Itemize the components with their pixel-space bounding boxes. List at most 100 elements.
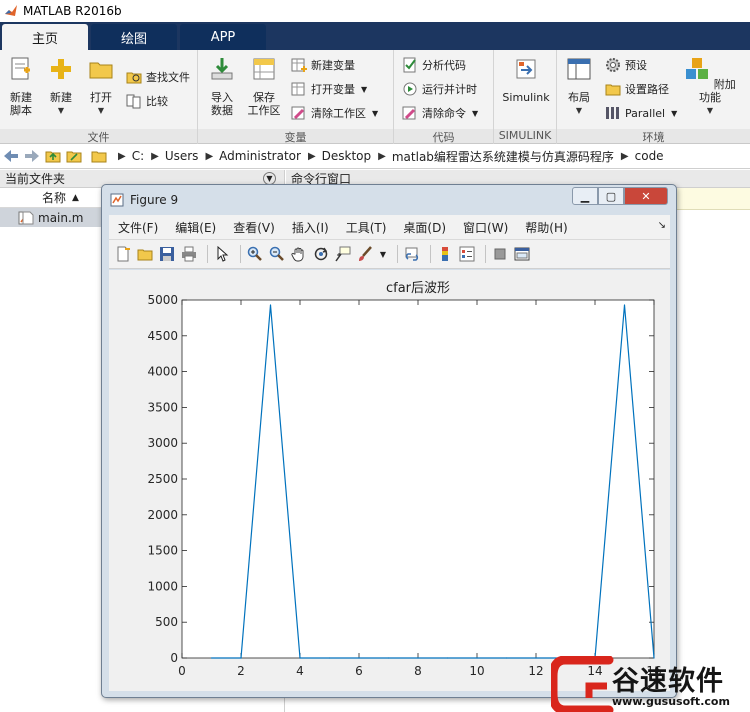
colorbar-icon[interactable]	[436, 245, 454, 263]
gear-icon	[606, 58, 620, 72]
breadcrumb-separator-icon: ▶	[620, 150, 629, 162]
open-file-icon[interactable]	[136, 245, 154, 263]
file-icon	[22, 211, 34, 225]
new-figure-icon[interactable]	[114, 245, 132, 263]
toolbar-separator	[207, 245, 208, 263]
import-data-button[interactable]: 导入 数据	[204, 56, 240, 117]
tab-home[interactable]: 主页	[2, 24, 88, 50]
x-tick-label: 8	[414, 664, 422, 678]
tab-apps[interactable]: APP	[180, 24, 266, 50]
minimize-button[interactable]: ▁	[572, 187, 598, 205]
ribbon-group-title: 文件	[0, 129, 197, 144]
close-button[interactable]: ✕	[624, 187, 668, 205]
menu-window[interactable]: 窗口(W)	[463, 219, 508, 236]
data-point	[269, 304, 272, 306]
breadcrumb-item[interactable]: Administrator	[219, 149, 301, 163]
menu-file[interactable]: 文件(F)	[118, 219, 158, 236]
x-tick-label: 12	[528, 664, 543, 678]
data-point	[210, 657, 213, 659]
layout-button[interactable]: 布局 ▼	[561, 56, 597, 117]
ribbon: 新建 脚本 新建 ▼ 打开 ▼ 查找文件 比较 文件 导入 数据 保存 工作区 …	[0, 50, 750, 144]
browse-folder-icon[interactable]	[65, 147, 83, 165]
clear-commands-button[interactable]: 清除命令 ▼	[402, 104, 478, 122]
layout-icon	[567, 58, 591, 80]
new-script-button[interactable]: 新建 脚本	[4, 56, 38, 117]
link-plot-icon[interactable]	[403, 245, 421, 263]
set-path-icon	[605, 84, 621, 96]
x-tick-label: 2	[237, 664, 245, 678]
clear-workspace-button[interactable]: 清除工作区 ▼	[291, 104, 378, 122]
breadcrumb-separator-icon: ▶	[378, 150, 386, 162]
open-variable-button[interactable]: 打开变量 ▼	[291, 80, 367, 98]
data-point	[299, 657, 301, 659]
toolbar-separator	[240, 245, 241, 263]
dock-arrow-icon[interactable]: ↘	[658, 220, 666, 231]
matlab-logo-icon	[5, 5, 17, 16]
breadcrumb-item[interactable]: matlab编程雷达系统建模与仿真源码程序	[392, 148, 614, 165]
plus-icon	[51, 59, 71, 79]
open-variable-icon	[291, 82, 305, 96]
x-tick-label: 10	[469, 664, 484, 678]
compare-button[interactable]: 比较	[126, 92, 168, 110]
y-tick-label: 1000	[147, 579, 178, 593]
ribbon-group-file: 新建 脚本 新建 ▼ 打开 ▼ 查找文件 比较 文件	[0, 50, 198, 144]
select-arrow-icon[interactable]	[213, 245, 231, 263]
run-and-time-button[interactable]: 运行并计时	[402, 80, 477, 98]
data-point	[328, 657, 331, 659]
chevron-down-icon[interactable]: ▼	[378, 245, 388, 263]
data-point	[623, 304, 626, 306]
show-plot-tools-icon[interactable]	[513, 245, 531, 263]
menu-help[interactable]: 帮助(H)	[525, 219, 567, 236]
toolbar-separator	[485, 245, 486, 263]
x-tick-label: 6	[355, 664, 363, 678]
breadcrumb-item[interactable]: C:	[132, 149, 144, 163]
save-figure-icon[interactable]	[158, 245, 176, 263]
open-button[interactable]: 打开 ▼	[84, 56, 118, 117]
set-path-button[interactable]: 设置路径	[605, 80, 669, 98]
zoom-in-icon[interactable]	[246, 245, 264, 263]
ribbon-group-variable: 导入 数据 保存 工作区 新建变量 打开变量 ▼ 清除工作区 ▼ 变量	[198, 50, 394, 144]
data-cursor-icon[interactable]	[334, 245, 352, 263]
simulink-button[interactable]: Simulink	[498, 56, 554, 104]
menu-tools[interactable]: 工具(T)	[346, 219, 387, 236]
back-arrow-icon[interactable]	[2, 147, 20, 165]
breadcrumb-item[interactable]: Desktop	[322, 149, 372, 163]
watermark-brand: 谷速软件	[612, 666, 724, 697]
parallel-button[interactable]: Parallel ▼	[605, 104, 677, 122]
menu-edit[interactable]: 编辑(E)	[175, 219, 216, 236]
print-icon[interactable]	[180, 245, 198, 263]
hide-plot-tools-icon[interactable]	[491, 245, 509, 263]
compare-icon	[126, 94, 141, 109]
save-workspace-button[interactable]: 保存 工作区	[244, 56, 284, 117]
maximize-button[interactable]: ▢	[598, 187, 624, 205]
chart-svg[interactable]: cfar后波形0 2 4 6 8 10 12 14 1605001000150020002500…	[109, 270, 670, 691]
tab-plots[interactable]: 绘图	[91, 24, 177, 50]
find-files-icon	[126, 72, 142, 84]
brush-icon[interactable]	[356, 245, 374, 263]
y-tick-label: 0	[170, 651, 178, 665]
y-tick-label: 5000	[147, 293, 178, 307]
addons-button[interactable]: 附加功能 ▼	[683, 56, 737, 117]
ribbon-group-title: SIMULINK	[494, 129, 556, 143]
analyze-code-button[interactable]: 分析代码	[402, 56, 466, 74]
chevron-down-icon: ▼	[671, 108, 678, 118]
menu-view[interactable]: 查看(V)	[233, 219, 275, 236]
up-folder-icon[interactable]	[44, 147, 62, 165]
preferences-button[interactable]: 预设	[605, 56, 647, 74]
figure-window: Figure 9 ▁ ▢ ✕ 文件(F) 编辑(E) 查看(V) 插入(I) 工…	[101, 184, 677, 698]
analyze-code-icon	[403, 57, 416, 73]
breadcrumb-separator-icon: ▶	[118, 150, 126, 162]
breadcrumb-item[interactable]: code	[635, 149, 664, 163]
rotate-3d-icon[interactable]	[312, 245, 330, 263]
plot-area	[181, 299, 655, 659]
forward-arrow-icon[interactable]	[23, 147, 41, 165]
pan-hand-icon[interactable]	[290, 245, 308, 263]
breadcrumb-item[interactable]: Users	[165, 149, 199, 163]
legend-icon[interactable]	[458, 245, 476, 263]
find-files-button[interactable]: 查找文件	[126, 68, 190, 86]
menu-desktop[interactable]: 桌面(D)	[403, 219, 446, 236]
new-button[interactable]: 新建 ▼	[44, 56, 78, 117]
zoom-out-icon[interactable]	[268, 245, 286, 263]
new-variable-button[interactable]: 新建变量	[291, 56, 355, 74]
menu-insert[interactable]: 插入(I)	[292, 219, 329, 236]
